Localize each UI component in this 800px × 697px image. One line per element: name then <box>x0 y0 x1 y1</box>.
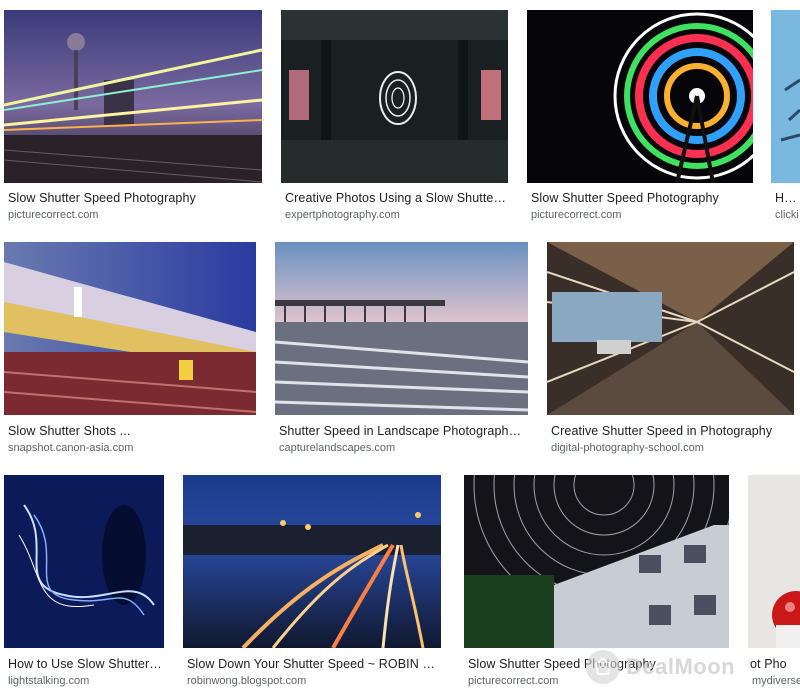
result-title[interactable]: Slow Shutter Speed Photography <box>531 191 751 205</box>
result-card-1[interactable]: Slow Shutter Speed Photography pictureco… <box>4 10 262 225</box>
result-source: picturecorrect.com <box>531 209 622 221</box>
result-card-11[interactable]: ot Pho mydiverse <box>748 475 800 690</box>
result-title[interactable]: Slow Down Your Shutter Speed ~ ROBIN WON… <box>187 657 441 671</box>
result-title[interactable]: How <box>775 191 800 205</box>
result-card-9[interactable]: Slow Down Your Shutter Speed ~ ROBIN WON… <box>183 475 441 690</box>
result-source: lightstalking.com <box>8 675 90 687</box>
result-source: snapshot.canon-asia.com <box>8 442 134 454</box>
result-thumbnail-11[interactable] <box>748 475 800 648</box>
result-thumbnail-6[interactable] <box>275 242 528 415</box>
result-title[interactable]: ot Pho <box>750 657 800 671</box>
result-card-2[interactable]: Creative Photos Using a Slow Shutter ...… <box>281 10 508 225</box>
result-source: digital-photography-school.com <box>551 442 704 454</box>
result-card-3[interactable]: Slow Shutter Speed Photography pictureco… <box>527 10 753 225</box>
result-card-8[interactable]: How to Use Slow Shutter ... lightstalkin… <box>4 475 164 690</box>
result-card-4[interactable]: How clicki <box>771 10 800 225</box>
result-source: picturecorrect.com <box>468 675 559 687</box>
result-source: mydiverse <box>752 675 800 687</box>
result-thumbnail-3[interactable] <box>527 10 753 183</box>
result-source: capturelandscapes.com <box>279 442 396 454</box>
result-title[interactable]: Creative Shutter Speed in Photography <box>551 424 791 438</box>
result-thumbnail-2[interactable] <box>281 10 508 183</box>
result-source: clicki <box>775 209 799 221</box>
result-thumbnail-8[interactable] <box>4 475 164 648</box>
result-title[interactable]: Slow Shutter Speed Photography <box>468 657 727 671</box>
result-thumbnail-5[interactable] <box>4 242 256 415</box>
result-thumbnail-4[interactable] <box>771 10 800 183</box>
result-card-10[interactable]: Slow Shutter Speed Photography pictureco… <box>464 475 729 690</box>
result-source: robinwong.blogspot.com <box>187 675 307 687</box>
result-title[interactable]: Creative Photos Using a Slow Shutter ... <box>285 191 506 205</box>
result-thumbnail-10[interactable] <box>464 475 729 648</box>
result-title[interactable]: Slow Shutter Shots ... <box>8 424 252 438</box>
result-source: picturecorrect.com <box>8 209 99 221</box>
result-thumbnail-7[interactable] <box>547 242 794 415</box>
result-thumbnail-9[interactable] <box>183 475 441 648</box>
result-title[interactable]: How to Use Slow Shutter ... <box>8 657 162 671</box>
result-title[interactable]: Shutter Speed in Landscape Photography .… <box>279 424 524 438</box>
result-card-7[interactable]: Creative Shutter Speed in Photography di… <box>547 242 794 457</box>
result-thumbnail-1[interactable] <box>4 10 262 183</box>
result-title[interactable]: Slow Shutter Speed Photography <box>8 191 258 205</box>
result-source: expertphotography.com <box>285 209 400 221</box>
result-card-5[interactable]: Slow Shutter Shots ... snapshot.canon-as… <box>4 242 256 457</box>
result-card-6[interactable]: Shutter Speed in Landscape Photography .… <box>275 242 528 457</box>
